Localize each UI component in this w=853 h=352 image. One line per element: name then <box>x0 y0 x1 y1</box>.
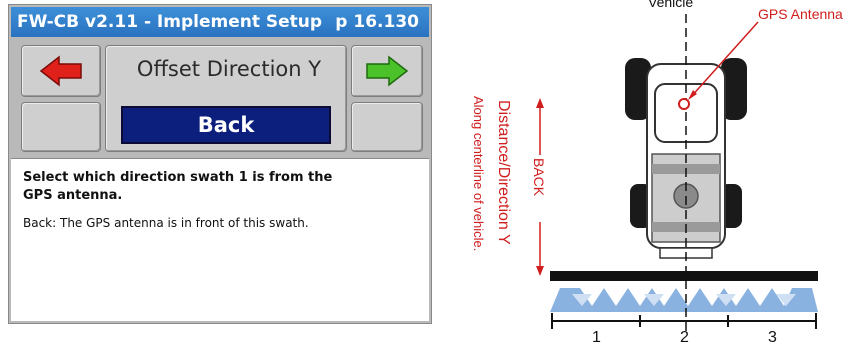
spray-pattern <box>550 288 818 312</box>
distance-direction-label: Distance/Direction Y <box>495 100 512 245</box>
right-blank-button[interactable] <box>351 102 423 152</box>
next-button[interactable] <box>351 45 423 97</box>
back-button[interactable]: Back <box>121 106 331 144</box>
swath-number-3: 3 <box>768 329 777 346</box>
app-title: FW-CB v2.11 - Implement Setup <box>17 12 323 32</box>
vehicle-label: Vehicle <box>648 0 694 10</box>
title-bar: FW-CB v2.11 - Implement Setup p 16.130 <box>11 7 429 37</box>
swath-number-2: 2 <box>680 329 689 346</box>
page-number: p 16.130 <box>335 12 419 32</box>
centerline-label: Along centerline of vehicle. <box>471 96 486 252</box>
offset-diagram: Vehicle GPS Antenna BACK Distance/Direct… <box>440 0 853 352</box>
swath-scale <box>551 313 817 329</box>
screen-title: Offset Direction Y <box>136 57 322 81</box>
gps-antenna-marker <box>678 98 690 110</box>
gps-antenna-label: GPS Antenna <box>758 6 843 22</box>
back-label: BACK <box>531 158 547 197</box>
left-blank-button[interactable] <box>21 102 101 152</box>
previous-button[interactable] <box>21 45 101 97</box>
left-arrow-icon <box>39 55 82 87</box>
description-text: Back: The GPS antenna is in front of thi… <box>23 216 309 230</box>
implement-bar <box>550 271 818 281</box>
right-arrow-icon <box>366 55 409 87</box>
implement-setup-screen: FW-CB v2.11 - Implement Setup p 16.130 O… <box>8 4 432 324</box>
swath-number-1: 1 <box>592 329 601 346</box>
description-panel: Select which direction swath 1 is from t… <box>11 158 429 321</box>
description-heading: Select which direction swath 1 is from t… <box>23 170 333 203</box>
